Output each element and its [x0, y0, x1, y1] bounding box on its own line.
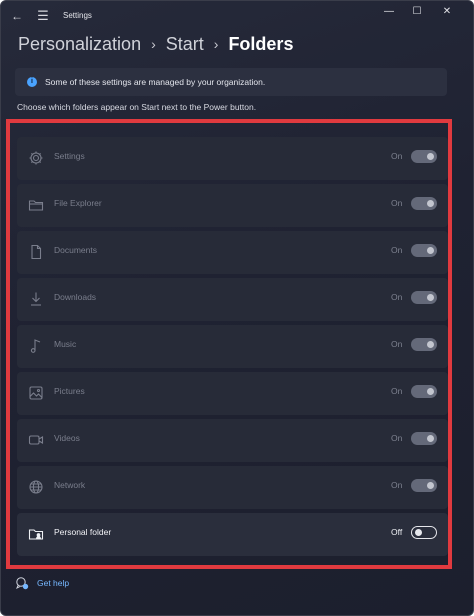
breadcrumb: Personalization › Start › Folders: [18, 31, 293, 57]
help-chat-icon: [15, 576, 29, 590]
back-arrow-icon[interactable]: ←: [9, 8, 25, 24]
breadcrumb-personalization[interactable]: Personalization: [18, 34, 141, 55]
minimize-button[interactable]: —: [377, 5, 401, 19]
maximize-button[interactable]: ☐: [405, 5, 429, 19]
title-bar: ← ☰ Settings — ☐ ✕: [1, 1, 473, 33]
red-highlight-box: [6, 119, 452, 569]
hamburger-menu-icon[interactable]: ☰: [35, 8, 51, 24]
page-title: Folders: [228, 33, 294, 54]
get-help-label[interactable]: Get help: [37, 578, 69, 588]
instructions-text: Choose which folders appear on Start nex…: [17, 102, 257, 112]
settings-window: ← ☰ Settings — ☐ ✕ Personalization › Sta…: [0, 0, 474, 616]
breadcrumb-chevron-icon: ›: [151, 36, 156, 52]
breadcrumb-chevron-icon: ›: [213, 36, 219, 52]
managed-info-banner: i Some of these settings are managed by …: [15, 68, 447, 96]
info-icon: i: [27, 77, 37, 87]
breadcrumb-start[interactable]: Start: [166, 34, 204, 55]
close-button[interactable]: ✕: [435, 5, 459, 19]
window-title: Settings: [63, 11, 92, 20]
info-banner-text: Some of these settings are managed by yo…: [45, 77, 266, 87]
get-help-link[interactable]: Get help: [15, 576, 69, 590]
